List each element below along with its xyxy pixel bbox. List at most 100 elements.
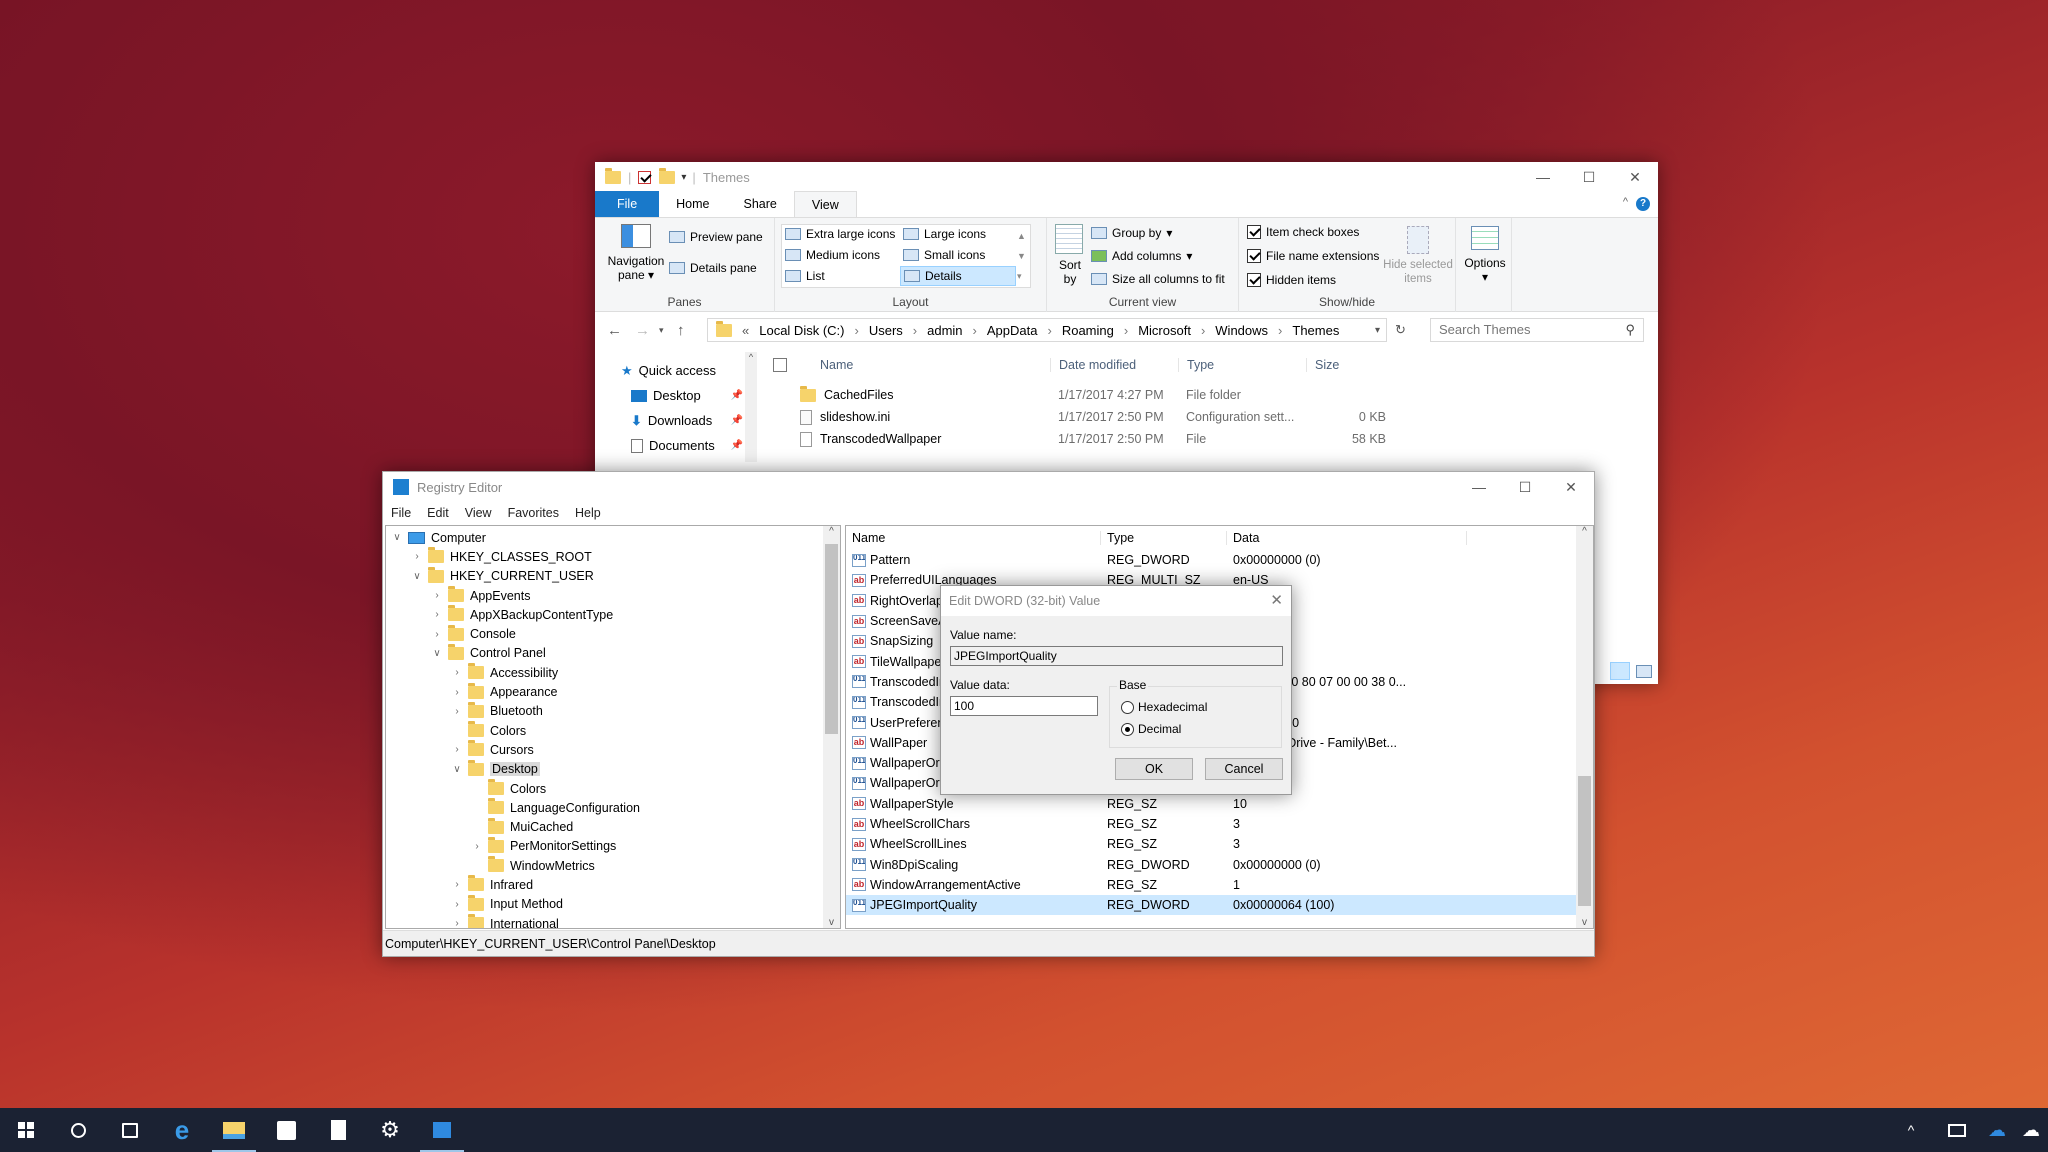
nav-scrollbar[interactable]: ^: [745, 352, 757, 462]
tree-node[interactable]: ∨ Control Panel: [386, 643, 840, 663]
column-type[interactable]: Type: [1101, 531, 1227, 545]
breadcrumb-item[interactable]: Local Disk (C:): [759, 323, 844, 338]
breadcrumb-item[interactable]: Users: [869, 323, 903, 338]
chevron-down-icon[interactable]: ∨: [392, 532, 402, 543]
column-type[interactable]: Type: [1178, 358, 1306, 372]
layout-details[interactable]: Details: [900, 266, 1016, 286]
breadcrumb-item[interactable]: admin: [927, 323, 962, 338]
scrollbar-thumb[interactable]: [1578, 776, 1591, 906]
back-button[interactable]: ←: [607, 322, 622, 339]
layout-scroll-arrows[interactable]: ▲ ▼ ▾: [1017, 226, 1026, 286]
scroll-down-icon[interactable]: v: [823, 917, 840, 928]
layout-large-icons[interactable]: Large icons: [903, 227, 986, 241]
file-row[interactable]: CachedFiles 1/17/2017 4:27 PM File folde…: [770, 384, 1658, 406]
recent-locations-button[interactable]: ▾: [659, 325, 664, 336]
layout-extra-large-icons[interactable]: Extra large icons: [785, 227, 895, 241]
menu-edit[interactable]: Edit: [427, 506, 449, 520]
tree-node[interactable]: Colors: [386, 779, 840, 798]
tree-node[interactable]: LanguageConfiguration: [386, 798, 840, 817]
nav-quick-access[interactable]: ★ Quick access: [595, 358, 755, 383]
tab-file[interactable]: File: [595, 191, 660, 217]
tree-node[interactable]: › Input Method: [386, 894, 840, 914]
ok-button[interactable]: OK: [1115, 758, 1193, 780]
radio[interactable]: [1121, 700, 1134, 714]
onedrive-personal-icon[interactable]: ☁: [2014, 1108, 2048, 1152]
close-button[interactable]: ✕: [1548, 472, 1594, 502]
notepad-icon[interactable]: [312, 1108, 364, 1152]
cancel-button[interactable]: Cancel: [1205, 758, 1283, 780]
radio[interactable]: [1121, 722, 1134, 736]
dialog-close-button[interactable]: ✕: [1270, 591, 1283, 609]
tree-node[interactable]: › Accessibility: [386, 663, 840, 682]
edge-icon[interactable]: e: [156, 1108, 208, 1152]
column-data[interactable]: Data: [1227, 531, 1467, 545]
list-scrollbar[interactable]: ^ v: [1576, 526, 1593, 928]
column-size[interactable]: Size: [1306, 358, 1386, 372]
file-explorer-icon[interactable]: [208, 1108, 260, 1152]
cortana-icon[interactable]: [52, 1108, 104, 1152]
tree-node[interactable]: › Bluetooth: [386, 701, 840, 721]
nav-downloads[interactable]: ⬇ Downloads 📌: [595, 408, 755, 433]
tree-scrollbar[interactable]: ^ v: [823, 526, 840, 928]
value-name-field[interactable]: JPEGImportQuality: [950, 646, 1283, 666]
tree-node[interactable]: › AppXBackupContentType: [386, 605, 840, 624]
size-columns-button[interactable]: Size all columns to fit: [1091, 272, 1225, 286]
layout-list[interactable]: List: [785, 269, 825, 283]
hexadecimal-option[interactable]: Hexadecimal: [1121, 700, 1207, 714]
chevron-right-icon[interactable]: ›: [452, 899, 462, 910]
value-row[interactable]: ab WallpaperStyle REG_SZ 10: [846, 794, 1593, 814]
value-data-input[interactable]: 100: [950, 696, 1098, 716]
network-icon[interactable]: [1940, 1108, 1974, 1152]
decimal-option[interactable]: Decimal: [1121, 722, 1181, 736]
address-bar[interactable]: « Local Disk (C:) › Users › admin › AppData…: [707, 318, 1387, 342]
chevron-right-icon[interactable]: ›: [432, 609, 442, 620]
new-folder-icon[interactable]: [659, 167, 676, 184]
breadcrumb-item[interactable]: Roaming: [1062, 323, 1114, 338]
file-row[interactable]: slideshow.ini 1/17/2017 2:50 PM Configur…: [770, 406, 1658, 428]
tree-node[interactable]: ∨ Computer: [386, 528, 840, 547]
close-button[interactable]: ✕: [1612, 162, 1658, 192]
menu-view[interactable]: View: [465, 506, 492, 520]
search-input[interactable]: Search Themes ⚲: [1430, 318, 1644, 342]
sort-by-button[interactable]: Sort by: [1055, 224, 1085, 286]
chevron-right-icon[interactable]: ›: [452, 706, 462, 717]
tree-node[interactable]: › PerMonitorSettings: [386, 836, 840, 856]
chevron-right-icon[interactable]: ›: [452, 687, 462, 698]
store-icon[interactable]: [260, 1108, 312, 1152]
help-icon[interactable]: ?: [1636, 197, 1650, 211]
forward-button[interactable]: →: [635, 322, 650, 339]
menu-help[interactable]: Help: [575, 506, 601, 520]
tree-node[interactable]: ∨ HKEY_CURRENT_USER: [386, 566, 840, 586]
minimize-button[interactable]: —: [1456, 472, 1502, 502]
onedrive-icon[interactable]: ☁: [1980, 1108, 2014, 1152]
breadcrumb-item[interactable]: AppData: [987, 323, 1038, 338]
tab-share[interactable]: Share: [727, 191, 794, 217]
tree-node[interactable]: MuiCached: [386, 817, 840, 836]
value-row[interactable]: 011 110JPEGImportQualityREG_DWORD0x00000…: [846, 895, 1593, 916]
nav-desktop[interactable]: Desktop 📌: [595, 383, 755, 408]
task-view-icon[interactable]: [104, 1108, 156, 1152]
tree-node[interactable]: › Infrared: [386, 875, 840, 894]
value-row[interactable]: ab WheelScrollChars REG_SZ 3: [846, 814, 1593, 834]
value-row[interactable]: ab WheelScrollLines REG_SZ 3: [846, 834, 1593, 854]
chevron-right-icon[interactable]: ›: [452, 667, 462, 678]
maximize-button[interactable]: ☐: [1502, 472, 1548, 502]
column-name[interactable]: Name: [846, 531, 1101, 545]
item-check-boxes-toggle[interactable]: Item check boxes: [1247, 225, 1359, 239]
tree-node[interactable]: WindowMetrics: [386, 856, 840, 875]
show-hidden-icons[interactable]: ^: [1896, 1108, 1926, 1152]
tree-node[interactable]: Colors: [386, 721, 840, 740]
tree-node[interactable]: › HKEY_CLASSES_ROOT: [386, 547, 840, 566]
scroll-up-icon[interactable]: ^: [1576, 526, 1593, 537]
registry-editor-icon[interactable]: [416, 1108, 468, 1152]
menu-file[interactable]: File: [391, 506, 411, 520]
hide-selected-items-button[interactable]: Hide selected items: [1382, 226, 1454, 286]
checkbox[interactable]: [1247, 225, 1261, 239]
chevron-down-icon[interactable]: ∨: [452, 764, 462, 775]
column-date-modified[interactable]: Date modified: [1050, 358, 1178, 372]
breadcrumb-item[interactable]: Microsoft: [1138, 323, 1191, 338]
checkbox[interactable]: [1247, 249, 1261, 263]
scroll-up-icon[interactable]: ^: [823, 526, 840, 537]
preview-pane-button[interactable]: Preview pane: [669, 230, 763, 244]
properties-icon[interactable]: [638, 170, 652, 184]
